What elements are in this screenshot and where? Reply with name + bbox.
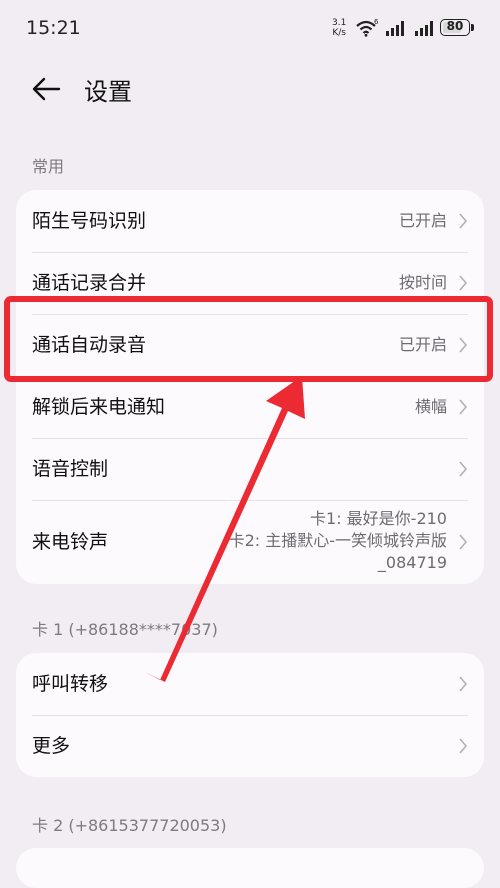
- back-arrow-icon[interactable]: [30, 72, 64, 106]
- setting-row-unknown-number-identification[interactable]: 陌生号码识别 已开启: [16, 190, 484, 252]
- card2-settings-card: [16, 848, 484, 888]
- highlight-box: [4, 296, 493, 382]
- setting-row-ringtone[interactable]: 来电铃声 卡1: 最好是你-210 卡2: 主播默心-一笑倾城铃声版 _0847…: [16, 500, 484, 584]
- wifi-icon: 6: [356, 19, 379, 37]
- ringtone-card2-suffix: _084719: [377, 553, 447, 572]
- setting-label: 来电铃声: [32, 531, 109, 553]
- setting-label: 陌生号码识别: [32, 210, 147, 232]
- chevron-right-icon: [459, 213, 468, 229]
- setting-label: 呼叫转移: [32, 673, 109, 695]
- page-title: 设置: [84, 78, 132, 106]
- battery-nub: [471, 24, 474, 31]
- signal-icon: [386, 21, 404, 36]
- network-speed: 3.1 K/s: [332, 18, 347, 38]
- section-header-card2: 卡 2 (+8615377720053): [32, 816, 227, 835]
- battery-percent: 80: [446, 19, 464, 33]
- chevron-right-icon: [459, 399, 468, 415]
- ringtone-values: 卡1: 最好是你-210 卡2: 主播默心-一笑倾城铃声版 _084719: [229, 508, 447, 574]
- section-header-common: 常用: [32, 157, 65, 176]
- setting-label: 语音控制: [32, 458, 109, 480]
- setting-label: 解锁后来电通知: [32, 396, 166, 418]
- setting-value: 已开启: [398, 211, 447, 230]
- chevron-right-icon: [459, 275, 468, 291]
- setting-row-voice-control[interactable]: 语音控制: [16, 438, 484, 500]
- status-time: 15:21: [26, 17, 81, 39]
- setting-row-call-forwarding[interactable]: 呼叫转移: [16, 653, 484, 715]
- setting-row-unlock-call-notification[interactable]: 解锁后来电通知 横幅: [16, 376, 484, 438]
- chevron-right-icon: [459, 461, 468, 477]
- card1-settings-card: 呼叫转移 更多: [16, 653, 484, 777]
- chevron-right-icon: [459, 676, 468, 692]
- setting-row-more[interactable]: 更多: [16, 715, 484, 777]
- chevron-right-icon: [459, 738, 468, 754]
- section-header-card1: 卡 1 (+86188****7037): [32, 620, 218, 639]
- battery-icon: 80: [440, 19, 470, 36]
- chevron-right-icon: [459, 534, 468, 550]
- ringtone-card2: 卡2: 主播默心-一笑倾城铃声版: [228, 531, 447, 550]
- status-bar: 15:21 3.1 K/s 6 80: [0, 0, 500, 58]
- signal-icon: [415, 21, 433, 36]
- setting-label: 更多: [32, 735, 71, 757]
- setting-value: 横幅: [414, 397, 447, 416]
- common-settings-card: 陌生号码识别 已开启 通话记录合并 按时间 通话自动录音 已开启 解锁后来电通知…: [16, 190, 484, 584]
- wifi-6-badge: 6: [374, 19, 379, 26]
- ringtone-card1: 卡1: 最好是你-210: [310, 509, 447, 528]
